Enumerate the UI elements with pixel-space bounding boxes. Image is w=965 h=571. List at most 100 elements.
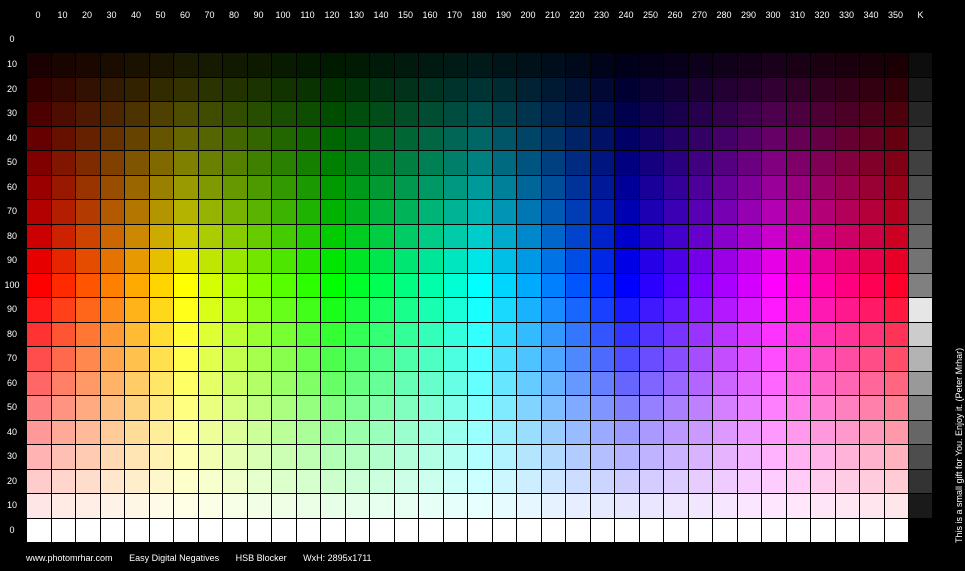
- color-swatch: [565, 517, 591, 543]
- color-swatch: [320, 346, 346, 372]
- color-swatch: [712, 370, 738, 396]
- gray-swatch: [908, 125, 933, 151]
- color-swatch: [344, 248, 370, 274]
- color-swatch: [491, 223, 517, 249]
- color-swatch: [712, 419, 738, 445]
- gray-swatch: [908, 419, 933, 445]
- color-swatch: [246, 248, 272, 274]
- footer: www.photomrhar.com Easy Digital Negative…: [26, 552, 386, 564]
- color-swatch: [124, 346, 150, 372]
- color-swatch: [442, 370, 468, 396]
- color-swatch: [50, 248, 76, 274]
- color-swatch: [393, 76, 419, 102]
- row-label: 10: [6, 500, 17, 511]
- color-swatch: [222, 444, 248, 470]
- color-swatch: [295, 150, 321, 176]
- color-swatch: [124, 493, 150, 519]
- color-swatch: [883, 272, 909, 298]
- row-label: 40: [6, 132, 17, 143]
- color-swatch: [295, 346, 321, 372]
- color-swatch: [124, 297, 150, 323]
- color-swatch: [197, 444, 223, 470]
- color-swatch: [883, 150, 909, 176]
- hue-label: 260: [667, 10, 683, 20]
- color-swatch: [565, 150, 591, 176]
- color-swatch: [173, 272, 199, 298]
- row-label: 0: [9, 34, 15, 44]
- color-swatch: [26, 101, 52, 127]
- color-swatch: [663, 297, 689, 323]
- color-swatch: [712, 101, 738, 127]
- color-swatch: [271, 223, 297, 249]
- color-swatch: [565, 174, 591, 200]
- color-swatch: [271, 468, 297, 494]
- color-swatch: [75, 76, 101, 102]
- gray-swatch: [908, 444, 933, 470]
- color-swatch: [687, 395, 713, 421]
- color-swatch: [638, 199, 664, 225]
- color-swatch: [344, 493, 370, 519]
- color-swatch: [540, 101, 566, 127]
- color-swatch: [491, 76, 517, 102]
- color-swatch: [589, 468, 615, 494]
- color-swatch: [467, 199, 493, 225]
- color-swatch: [222, 395, 248, 421]
- color-swatch: [99, 444, 125, 470]
- color-swatch: [565, 223, 591, 249]
- color-swatch: [124, 150, 150, 176]
- color-swatch: [222, 199, 248, 225]
- color-swatch: [75, 517, 101, 543]
- color-swatch: [785, 419, 811, 445]
- color-swatch: [197, 174, 223, 200]
- color-swatch: [565, 419, 591, 445]
- gray-swatch: [908, 52, 933, 78]
- color-swatch: [271, 517, 297, 543]
- color-swatch: [26, 199, 52, 225]
- color-swatch: [785, 52, 811, 78]
- color-swatch: [418, 346, 444, 372]
- color-swatch: [393, 150, 419, 176]
- color-swatch: [491, 370, 517, 396]
- color-swatch: [810, 517, 836, 543]
- color-swatch: [467, 493, 493, 519]
- color-swatch: [173, 297, 199, 323]
- color-swatch: [736, 297, 762, 323]
- color-swatch: [687, 321, 713, 347]
- color-swatch: [736, 493, 762, 519]
- color-swatch: [442, 52, 468, 78]
- color-swatch: [124, 199, 150, 225]
- color-swatch: [467, 125, 493, 151]
- color-swatch: [687, 493, 713, 519]
- color-swatch: [246, 101, 272, 127]
- color-swatch: [883, 223, 909, 249]
- color-swatch: [75, 248, 101, 274]
- color-swatch: [761, 493, 787, 519]
- color-swatch: [75, 150, 101, 176]
- color-swatch: [687, 517, 713, 543]
- color-swatch: [859, 517, 885, 543]
- color-swatch: [883, 444, 909, 470]
- color-swatch: [26, 419, 52, 445]
- color-swatch: [99, 52, 125, 78]
- color-swatch: [320, 444, 346, 470]
- website-link[interactable]: www.photomrhar.com: [26, 553, 113, 563]
- color-swatch: [761, 419, 787, 445]
- color-swatch: [124, 370, 150, 396]
- color-swatch: [271, 370, 297, 396]
- color-swatch: [344, 101, 370, 127]
- color-swatch: [565, 272, 591, 298]
- row-label: 90: [6, 255, 17, 266]
- color-swatch: [26, 248, 52, 274]
- row-label: 60: [6, 181, 17, 192]
- color-swatch: [418, 248, 444, 274]
- color-swatch: [393, 517, 419, 543]
- dimensions-label: WxH: 2895x1711: [303, 553, 372, 563]
- color-swatch: [124, 174, 150, 200]
- color-swatch: [344, 52, 370, 78]
- color-swatch: [246, 52, 272, 78]
- color-swatch: [99, 468, 125, 494]
- color-swatch: [614, 150, 640, 176]
- color-swatch: [589, 370, 615, 396]
- color-swatch: [442, 76, 468, 102]
- color-swatch: [295, 517, 321, 543]
